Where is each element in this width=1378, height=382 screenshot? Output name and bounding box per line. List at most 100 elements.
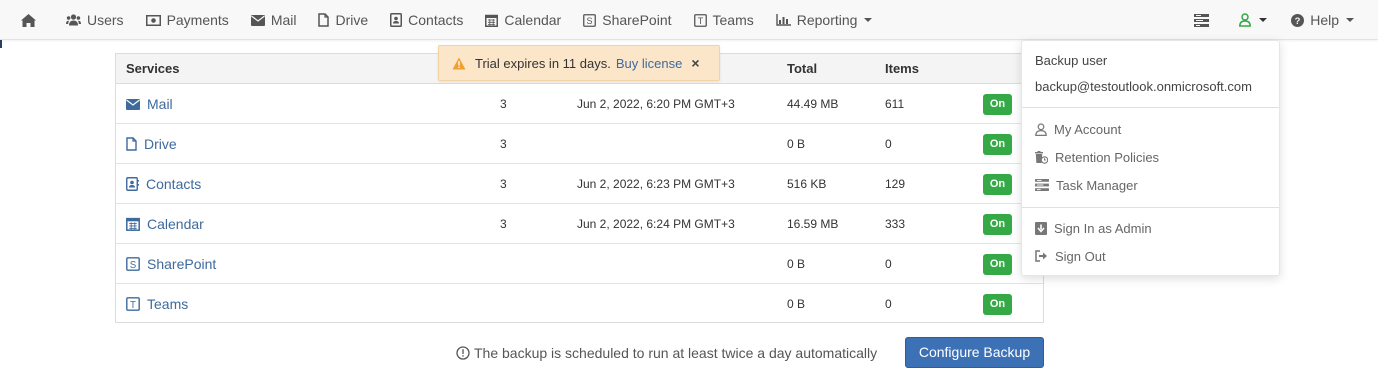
contacts-icon xyxy=(126,177,139,191)
nav-mail-label: Mail xyxy=(270,12,297,28)
warning-icon xyxy=(452,57,466,69)
item-count: 333 xyxy=(885,217,906,231)
service-link-sharepoint[interactable]: S SharePoint xyxy=(126,244,216,284)
nav-sharepoint-label: SharePoint xyxy=(602,12,672,28)
help-label: Help xyxy=(1310,12,1339,28)
service-name: Teams xyxy=(147,296,189,312)
chevron-down-icon xyxy=(864,18,873,22)
nav-users[interactable]: Users xyxy=(55,0,135,40)
sign-in-as-admin-item[interactable]: Sign In as Admin xyxy=(1035,218,1152,238)
table-row: T Teams 0 B 0 On xyxy=(116,284,1043,324)
total-size: 0 B xyxy=(787,137,806,151)
trial-alert: Trial expires in 11 days. Buy license × xyxy=(438,45,720,81)
header-items: Items xyxy=(885,61,919,76)
svg-text:S: S xyxy=(130,260,137,271)
svg-text:S: S xyxy=(587,16,593,26)
svg-text:?: ? xyxy=(1295,16,1301,27)
user-icon xyxy=(1035,122,1047,136)
task-manager-item[interactable]: Task Manager xyxy=(1035,175,1138,195)
user-display-name: Backup user xyxy=(1035,53,1108,68)
nav-users-label: Users xyxy=(87,12,124,28)
total-size: 0 B xyxy=(787,257,806,271)
sharepoint-icon: S xyxy=(126,257,140,271)
services-table: Services Total Items Mail 3 Jun 2, 2022,… xyxy=(115,53,1044,323)
menu-divider xyxy=(1022,107,1279,108)
table-row: Drive 3 0 B 0 On xyxy=(116,124,1043,164)
service-name: Contacts xyxy=(146,176,202,192)
backup-count: 3 xyxy=(500,177,507,191)
nav-teams[interactable]: T Teams xyxy=(683,0,765,40)
nav-sharepoint[interactable]: S SharePoint xyxy=(572,0,682,40)
status-badge[interactable]: On xyxy=(983,254,1012,275)
sign-out-icon xyxy=(1035,250,1047,262)
file-icon xyxy=(318,13,330,27)
nav-contacts[interactable]: Contacts xyxy=(379,0,474,40)
nav-contacts-label: Contacts xyxy=(408,12,464,28)
retention-policies-item[interactable]: Retention Policies xyxy=(1035,147,1159,167)
total-size: 16.59 MB xyxy=(787,217,839,231)
close-icon[interactable]: × xyxy=(691,55,699,71)
teams-icon: T xyxy=(693,13,707,27)
service-link-mail[interactable]: Mail xyxy=(126,84,173,124)
home-button[interactable] xyxy=(10,0,55,40)
status-badge[interactable]: On xyxy=(983,134,1012,155)
teams-icon: T xyxy=(126,297,140,311)
top-navbar: Users Payments Mail Drive Contacts Calen… xyxy=(0,0,1378,40)
service-name: SharePoint xyxy=(147,256,217,272)
nav-drive-label: Drive xyxy=(335,12,369,28)
trial-text: Trial expires in 11 days. xyxy=(475,55,611,71)
backup-count: 3 xyxy=(500,97,507,111)
nav-calendar[interactable]: Calendar xyxy=(474,0,572,40)
nav-left: Users Payments Mail Drive Contacts Calen… xyxy=(10,0,883,40)
task-list-button[interactable] xyxy=(1182,0,1227,40)
status-badge[interactable]: On xyxy=(983,294,1012,315)
nav-payments[interactable]: Payments xyxy=(135,0,240,40)
nav-drive[interactable]: Drive xyxy=(307,0,379,40)
backup-count: 3 xyxy=(500,137,507,151)
service-link-teams[interactable]: T Teams xyxy=(126,284,188,324)
task-list-icon xyxy=(1194,13,1210,27)
user-dropdown-menu: Backup user backup@testoutlook.onmicroso… xyxy=(1021,40,1280,276)
sign-out-item[interactable]: Sign Out xyxy=(1035,246,1106,266)
table-row: Calendar 3 Jun 2, 2022, 6:24 PM GMT+3 16… xyxy=(116,204,1043,244)
table-row: S SharePoint 0 B 0 On xyxy=(116,244,1043,284)
status-badge[interactable]: On xyxy=(983,174,1012,195)
calendar-icon xyxy=(126,217,140,231)
payments-icon xyxy=(145,14,161,26)
help-menu-button[interactable]: ? Help xyxy=(1279,0,1366,40)
sign-out-label: Sign Out xyxy=(1055,248,1106,264)
configure-backup-button[interactable]: Configure Backup xyxy=(905,337,1044,368)
my-account-item[interactable]: My Account xyxy=(1035,119,1121,139)
service-link-calendar[interactable]: Calendar xyxy=(126,204,204,244)
envelope-icon xyxy=(250,14,265,26)
total-size: 0 B xyxy=(787,297,806,311)
schedule-note: The backup is scheduled to run at least … xyxy=(456,344,877,362)
nav-calendar-label: Calendar xyxy=(504,12,562,28)
service-link-drive[interactable]: Drive xyxy=(126,124,177,164)
svg-text:T: T xyxy=(697,16,703,26)
status-badge[interactable]: On xyxy=(983,214,1012,235)
last-backup-date: Jun 2, 2022, 6:24 PM GMT+3 xyxy=(577,217,735,231)
status-badge[interactable]: On xyxy=(983,94,1012,115)
task-manager-label: Task Manager xyxy=(1056,177,1138,193)
user-menu-button[interactable] xyxy=(1227,0,1279,40)
nav-teams-label: Teams xyxy=(712,12,754,28)
user-email: backup@testoutlook.onmicrosoft.com xyxy=(1035,79,1252,94)
nav-payments-label: Payments xyxy=(166,12,229,28)
service-name: Mail xyxy=(147,96,173,112)
task-list-icon xyxy=(1035,179,1049,191)
home-icon xyxy=(21,13,36,27)
item-count: 611 xyxy=(885,97,905,111)
sharepoint-icon: S xyxy=(583,13,597,27)
question-circle-icon: ? xyxy=(1291,13,1305,27)
file-icon xyxy=(126,137,137,151)
total-size: 516 KB xyxy=(787,177,827,191)
nav-mail[interactable]: Mail xyxy=(240,0,308,40)
chevron-down-icon xyxy=(1346,18,1354,22)
table-row: Contacts 3 Jun 2, 2022, 6:23 PM GMT+3 51… xyxy=(116,164,1043,204)
menu-divider xyxy=(1022,207,1279,208)
nav-reporting-label: Reporting xyxy=(796,12,858,28)
nav-reporting[interactable]: Reporting xyxy=(765,0,884,40)
service-link-contacts[interactable]: Contacts xyxy=(126,164,201,204)
buy-license-link[interactable]: Buy license xyxy=(616,56,682,71)
